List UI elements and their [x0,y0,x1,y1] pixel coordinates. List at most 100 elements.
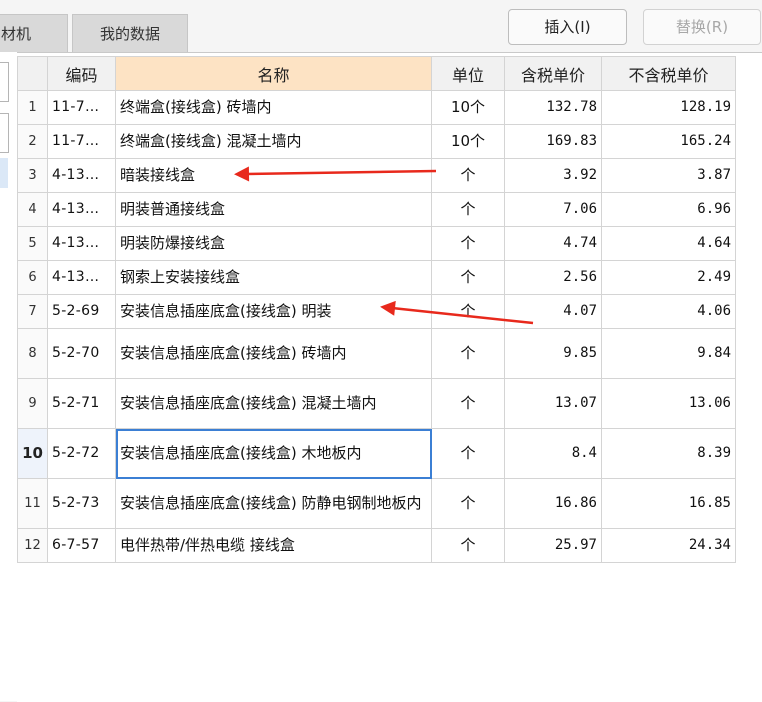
cell-tax-price[interactable]: 9.85 [504,328,602,379]
table-row[interactable]: 12 6-7-57 电伴热带/伴热电缆 接线盒个 25.97 24.34 [17,528,736,563]
cell-code[interactable]: 5-2-70 [47,328,116,379]
row-index: 11 [17,478,48,529]
cell-notax-price[interactable]: 9.84 [601,328,736,379]
cell-tax-price[interactable]: 3.92 [504,158,602,193]
row-index: 8 [17,328,48,379]
cell-unit[interactable]: 个 [431,158,505,193]
cell-tax-price[interactable]: 4.74 [504,226,602,261]
header-notax-price[interactable]: 不含税单价 [601,56,736,91]
left-panel-selected-item[interactable] [0,158,8,188]
row-index: 10 [17,428,48,479]
table-row[interactable]: 6 4-13… 钢索上安装接线盒个 2.56 2.49 [17,260,736,295]
cell-code[interactable]: 4-13… [47,158,116,193]
data-grid-panel: 编码 名称 单位 含税单价 不含税单价 1 11-7… 终端盒(接线盒) 砖墙内 10… [17,52,762,702]
cell-unit[interactable]: 10个 [431,90,505,125]
cell-name[interactable]: 终端盒(接线盒) 砖墙内 [115,90,432,125]
cell-unit[interactable]: 个 [431,378,505,429]
row-index: 6 [17,260,48,295]
cell-code[interactable]: 5-2-71 [47,378,116,429]
table-row[interactable]: 5 4-13… 明装防爆接线盒个 4.74 4.64 [17,226,736,261]
cell-tax-price[interactable]: 132.78 [504,90,602,125]
cell-tax-price[interactable]: 2.56 [504,260,602,295]
cell-name[interactable]: 安装信息插座底盒(接线盒) 防静电钢制地板内 [115,478,432,529]
cell-name[interactable]: 明装普通接线盒 [115,192,432,227]
table-row[interactable]: 4 4-13… 明装普通接线盒个 7.06 6.96 [17,192,736,227]
row-index: 3 [17,158,48,193]
cell-notax-price[interactable]: 2.49 [601,260,736,295]
cell-name[interactable]: 安装信息插座底盒(接线盒) 混凝土墙内 [115,378,432,429]
cell-code[interactable]: 4-13… [47,260,116,295]
cell-tax-price[interactable]: 4.07 [504,294,602,329]
cell-unit[interactable]: 个 [431,428,505,479]
cell-notax-price[interactable]: 24.34 [601,528,736,563]
cell-notax-price[interactable]: 8.39 [601,428,736,479]
cell-unit[interactable]: 个 [431,192,505,227]
row-index: 2 [17,124,48,159]
table-row[interactable]: 8 5-2-70 安装信息插座底盒(接线盒) 砖墙内个 9.85 9.84 [17,328,736,379]
header-name[interactable]: 名称 [115,56,432,91]
header-unit[interactable]: 单位 [431,56,505,91]
cell-tax-price[interactable]: 8.4 [504,428,602,479]
cell-notax-price[interactable]: 165.24 [601,124,736,159]
cell-notax-price[interactable]: 16.85 [601,478,736,529]
cell-unit[interactable]: 个 [431,528,505,563]
table-row[interactable]: 1 11-7… 终端盒(接线盒) 砖墙内 10个 132.78 128.19 [17,90,736,125]
tab-materials[interactable]: 材机 [0,14,68,52]
row-index: 9 [17,378,48,429]
cell-unit[interactable]: 10个 [431,124,505,159]
cell-name[interactable]: 暗装接线盒 [115,158,432,193]
cell-code[interactable]: 4-13… [47,226,116,261]
header-index [17,56,48,91]
data-grid: 编码 名称 单位 含税单价 不含税单价 1 11-7… 终端盒(接线盒) 砖墙内 10… [17,56,736,563]
cell-tax-price[interactable]: 25.97 [504,528,602,563]
insert-button[interactable]: 插入(I) [508,9,627,45]
cell-name[interactable]: 终端盒(接线盒) 混凝土墙内 [115,124,432,159]
cell-tax-price[interactable]: 13.07 [504,378,602,429]
cell-unit[interactable]: 个 [431,478,505,529]
left-panel-field[interactable] [0,62,9,102]
table-row[interactable]: 3 4-13… 暗装接线盒个 3.92 3.87 [17,158,736,193]
left-panel-field[interactable] [0,113,9,153]
table-row[interactable]: 7 5-2-69 安装信息插座底盒(接线盒) 明装个 4.07 4.06 [17,294,736,329]
cell-name[interactable]: 钢索上安装接线盒 [115,260,432,295]
cell-code[interactable]: 5-2-73 [47,478,116,529]
table-row[interactable]: 11 5-2-73 安装信息插座底盒(接线盒) 防静电钢制地板内个 16.86 16.8… [17,478,736,529]
row-index: 5 [17,226,48,261]
cell-notax-price[interactable]: 4.06 [601,294,736,329]
row-index: 1 [17,90,48,125]
cell-unit[interactable]: 个 [431,260,505,295]
tab-my-data[interactable]: 我的数据 [72,14,188,52]
cell-notax-price[interactable]: 6.96 [601,192,736,227]
table-row[interactable]: 9 5-2-71 安装信息插座底盒(接线盒) 混凝土墙内个 13.07 13.06 [17,378,736,429]
cell-name[interactable]: 安装信息插座底盒(接线盒) 木地板内 [115,428,432,479]
cell-code[interactable]: 11-7… [47,90,116,125]
cell-code[interactable]: 6-7-57 [47,528,116,563]
cell-unit[interactable]: 个 [431,226,505,261]
table-row[interactable]: 2 11-7… 终端盒(接线盒) 混凝土墙内 10个 169.83 165.24 [17,124,736,159]
cell-code[interactable]: 5-2-69 [47,294,116,329]
cell-name[interactable]: 安装信息插座底盒(接线盒) 明装 [115,294,432,329]
cell-tax-price[interactable]: 16.86 [504,478,602,529]
grid-header-row: 编码 名称 单位 含税单价 不含税单价 [17,56,736,91]
cell-notax-price[interactable]: 128.19 [601,90,736,125]
cell-notax-price[interactable]: 4.64 [601,226,736,261]
table-row[interactable]: 10 5-2-72 安装信息插座底盒(接线盒) 木地板内个 8.4 8.39 [17,428,736,479]
cell-name[interactable]: 明装防爆接线盒 [115,226,432,261]
cell-notax-price[interactable]: 13.06 [601,378,736,429]
cell-tax-price[interactable]: 169.83 [504,124,602,159]
header-code[interactable]: 编码 [47,56,116,91]
cell-code[interactable]: 5-2-72 [47,428,116,479]
row-index: 12 [17,528,48,563]
cell-name[interactable]: 电伴热带/伴热电缆 接线盒 [115,528,432,563]
cell-code[interactable]: 11-7… [47,124,116,159]
cell-notax-price[interactable]: 3.87 [601,158,736,193]
header-tax-price[interactable]: 含税单价 [504,56,602,91]
cell-tax-price[interactable]: 7.06 [504,192,602,227]
cell-code[interactable]: 4-13… [47,192,116,227]
row-index: 7 [17,294,48,329]
row-index: 4 [17,192,48,227]
cell-unit[interactable]: 个 [431,328,505,379]
cell-unit[interactable]: 个 [431,294,505,329]
replace-button[interactable]: 替换(R) [643,9,761,45]
cell-name[interactable]: 安装信息插座底盒(接线盒) 砖墙内 [115,328,432,379]
